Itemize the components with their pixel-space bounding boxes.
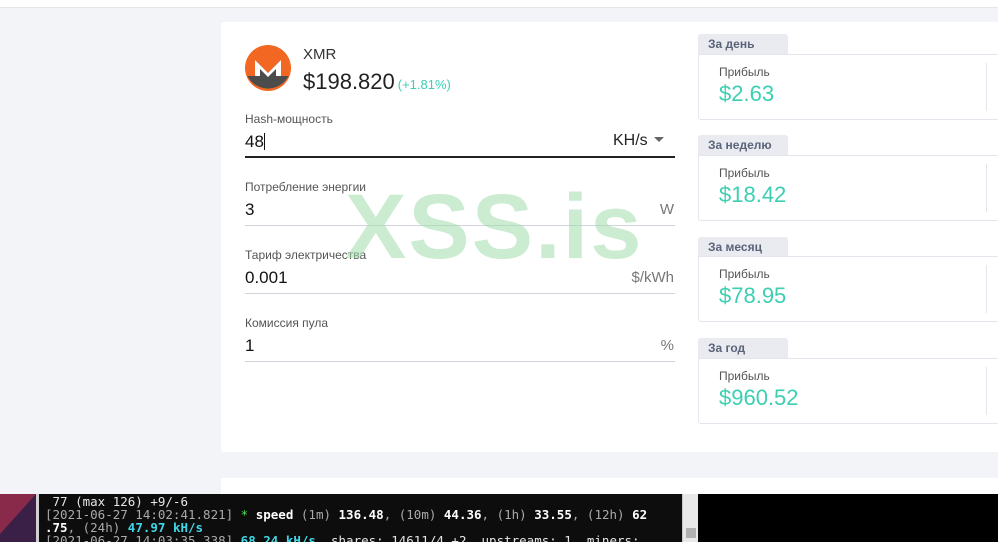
power-underline — [245, 225, 675, 226]
pool-fee-underline — [245, 361, 675, 362]
period-tab-year: За год — [698, 338, 788, 358]
profit-box-month: Прибыль $78.95 — [698, 256, 998, 322]
desktop-wallpaper — [0, 494, 36, 542]
text-caret — [263, 133, 265, 150]
chevron-down-icon — [653, 137, 664, 142]
period-tab-day: За день — [698, 34, 788, 54]
profit-label: Прибыль — [719, 267, 770, 281]
divider — [986, 367, 987, 415]
coin-price-value: $198.820 — [303, 69, 395, 94]
pool-fee-input[interactable]: 1 — [245, 336, 565, 356]
profit-box-year: Прибыль $960.52 — [698, 358, 998, 424]
profit-box-week: Прибыль $18.42 — [698, 155, 998, 221]
coin-symbol: XMR — [303, 46, 337, 63]
monero-logo-icon — [245, 45, 291, 91]
divider — [986, 63, 987, 111]
top-bar — [0, 0, 998, 8]
terminal-scrollbar[interactable] — [682, 494, 698, 542]
profit-label: Прибыль — [719, 166, 770, 180]
pool-fee-unit: % — [660, 337, 674, 354]
profit-value-month: $78.95 — [719, 283, 787, 308]
coin-price: $198.820 (+1.81%) — [303, 69, 451, 95]
scrollbar-thumb[interactable] — [686, 528, 696, 538]
hashrate-value: 48 — [245, 132, 264, 151]
terminal-window[interactable]: 77 (max 126) +9/-6 [2021-06-27 14:02:41.8… — [36, 494, 682, 542]
tariff-label: Тариф электричества — [245, 248, 367, 262]
coin-price-change: (+1.81%) — [397, 77, 451, 92]
divider — [986, 164, 987, 212]
profit-value-year: $960.52 — [719, 385, 799, 410]
terminal-line: [2021-06-27 14:03:35.338] 68.24 kH/s, sh… — [45, 533, 648, 542]
profit-value-day: $2.63 — [719, 81, 775, 106]
hashrate-label: Hash-мощность — [245, 112, 333, 126]
period-tab-week: За неделю — [698, 135, 788, 155]
period-tab-month: За месяц — [698, 237, 788, 257]
profit-label: Прибыль — [719, 369, 770, 383]
tariff-unit: $/kWh — [631, 269, 674, 286]
power-unit: W — [659, 201, 674, 218]
divider — [986, 265, 987, 313]
pool-fee-label: Комиссия пула — [245, 316, 329, 330]
tariff-underline — [245, 293, 675, 294]
power-input[interactable]: 3 — [245, 200, 565, 220]
profit-value-week: $18.42 — [719, 182, 787, 207]
tariff-input[interactable]: 0.001 — [245, 268, 565, 288]
profit-box-day: Прибыль $2.63 — [698, 54, 998, 120]
hashrate-input[interactable]: 48 — [245, 132, 565, 152]
profit-label: Прибыль — [719, 65, 770, 79]
hashrate-underline — [245, 156, 675, 158]
power-label: Потребление энергии — [245, 180, 366, 194]
hashrate-unit: KH/s — [613, 132, 648, 149]
terminal-background — [698, 494, 998, 542]
hashrate-unit-select[interactable]: KH/s — [613, 132, 664, 150]
